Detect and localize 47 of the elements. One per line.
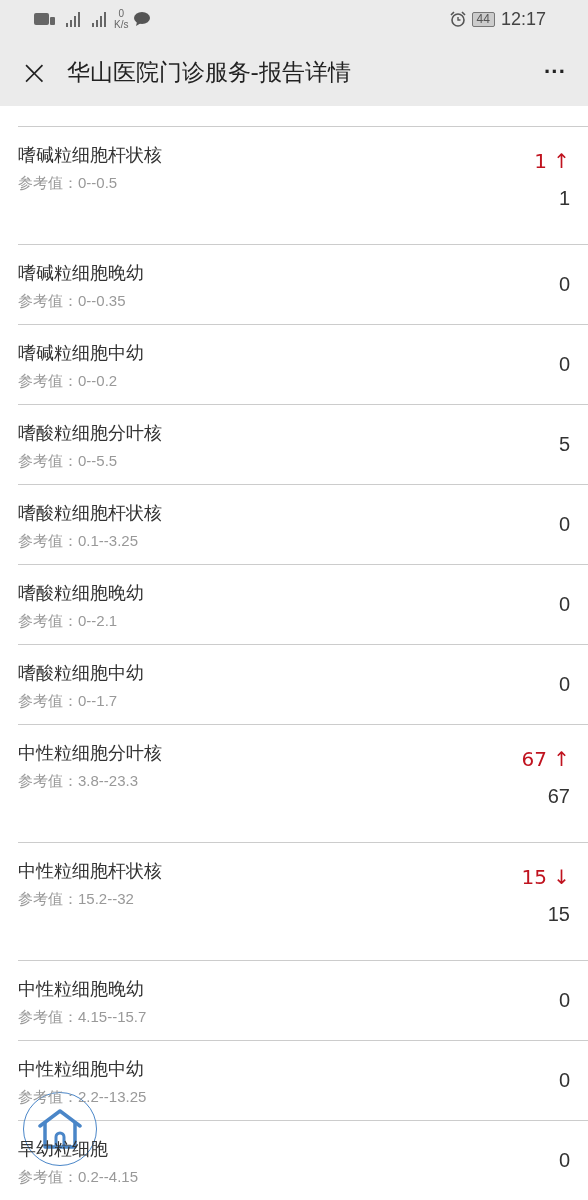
test-name: 嗜碱粒细胞杆状核 [18, 144, 162, 166]
reference-range: 参考值：3.8--23.3 [18, 772, 139, 790]
test-name: 嗜酸粒细胞杆状核 [18, 502, 162, 524]
reference-range: 参考值：0--2.1 [18, 612, 118, 630]
clock: 12:17 [500, 8, 546, 30]
test-name: 中性粒细胞晚幼 [18, 978, 144, 1000]
result-value: 5 [558, 433, 570, 456]
reference-range: 参考值：0.2--4.15 [18, 1168, 139, 1186]
result-value: 0 [558, 1069, 570, 1092]
reference-range: 参考值：0--5.5 [18, 452, 118, 470]
abnormal-value-label: 1 ↑ [534, 149, 570, 173]
more-button[interactable]: ··· [544, 59, 566, 85]
net-speed-unit: K/s [114, 19, 129, 30]
reference-range: 参考值：0.1--3.25 [18, 532, 139, 550]
result-value: 1 [558, 187, 570, 210]
test-name: 嗜碱粒细胞中幼 [18, 342, 144, 364]
result-value: 0 [558, 273, 570, 296]
alarm-icon [449, 11, 466, 27]
test-name: 嗜酸粒细胞分叶核 [18, 422, 162, 444]
test-name: 中性粒细胞中幼 [18, 1058, 144, 1080]
close-button[interactable]: × [16, 55, 53, 89]
result-value: 0 [558, 593, 570, 616]
result-value: 15 [547, 903, 570, 926]
battery-indicator: 44 [471, 11, 495, 27]
test-name: 嗜酸粒细胞晚幼 [18, 582, 144, 604]
chat-bubble-icon [134, 12, 151, 26]
result-value: 0 [558, 673, 570, 696]
reference-range: 参考值：4.15--15.7 [18, 1008, 147, 1026]
reference-range: 参考值：0--0.5 [18, 174, 118, 192]
reference-range: 参考值：0--0.35 [18, 292, 126, 310]
net-speed: 0 [118, 8, 124, 19]
test-name: 中性粒细胞分叶核 [18, 742, 162, 764]
result-value: 67 [547, 785, 570, 808]
abnormal-value-label: 67 ↑ [521, 747, 570, 771]
result-value: 0 [558, 989, 570, 1012]
reference-range: 参考值：15.2--32 [18, 890, 134, 908]
hd-icon [34, 12, 56, 26]
result-value: 0 [558, 1149, 570, 1172]
result-value: 0 [558, 353, 570, 376]
reference-range: 参考值：0--1.7 [18, 692, 118, 710]
test-name: 嗜碱粒细胞晚幼 [18, 262, 144, 284]
test-name: 嗜酸粒细胞中幼 [18, 662, 144, 684]
test-name: 中性粒细胞杆状核 [18, 860, 162, 882]
abnormal-value-label: 15 ↓ [521, 865, 570, 889]
reference-range: 参考值：0--0.2 [18, 372, 118, 390]
page-title: 华山医院门诊服务-报告详情 [66, 57, 352, 87]
result-value: 0 [558, 513, 570, 536]
